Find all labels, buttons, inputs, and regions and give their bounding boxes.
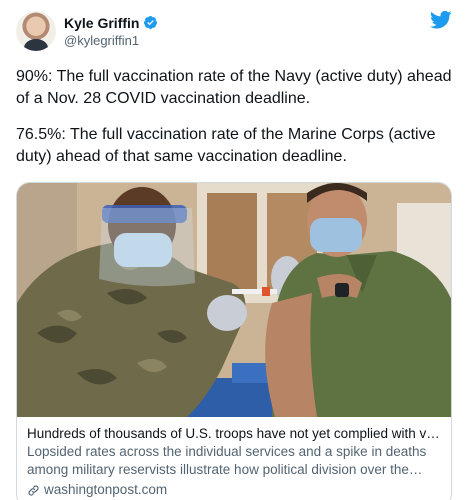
card-domain[interactable]: washingtonpost.com xyxy=(44,481,167,499)
card-photo[interactable] xyxy=(17,183,451,417)
display-name[interactable]: Kyle Griffin xyxy=(64,14,139,32)
card-domain-row[interactable]: washingtonpost.com xyxy=(27,481,441,499)
card-body[interactable]: Hundreds of thousands of U.S. troops hav… xyxy=(17,417,451,500)
tweet-paragraph-1: 90%: The full vaccination rate of the Na… xyxy=(16,68,452,107)
link-card[interactable]: Hundreds of thousands of U.S. troops hav… xyxy=(16,182,452,500)
link-icon xyxy=(28,484,39,496)
verified-badge-icon xyxy=(144,15,158,30)
tweet-paragraph-2: 76.5%: The full vaccination rate of the … xyxy=(16,126,436,165)
twitter-bird-icon[interactable] xyxy=(430,10,452,30)
tweet-header: Kyle Griffin @kylegriffin1 xyxy=(16,10,452,52)
name-row: Kyle Griffin xyxy=(64,14,158,32)
author-names: Kyle Griffin @kylegriffin1 xyxy=(64,14,158,49)
avatar[interactable] xyxy=(16,11,56,51)
card-description[interactable]: Lopsided rates across the individual ser… xyxy=(27,443,441,479)
tweet: Kyle Griffin @kylegriffin1 90%: The full… xyxy=(0,0,468,500)
handle[interactable]: @kylegriffin1 xyxy=(64,32,158,49)
tweet-text: 90%: The full vaccination rate of the Na… xyxy=(16,66,452,168)
card-title[interactable]: Hundreds of thousands of U.S. troops hav… xyxy=(27,425,441,443)
vaccination-photo xyxy=(17,183,451,417)
